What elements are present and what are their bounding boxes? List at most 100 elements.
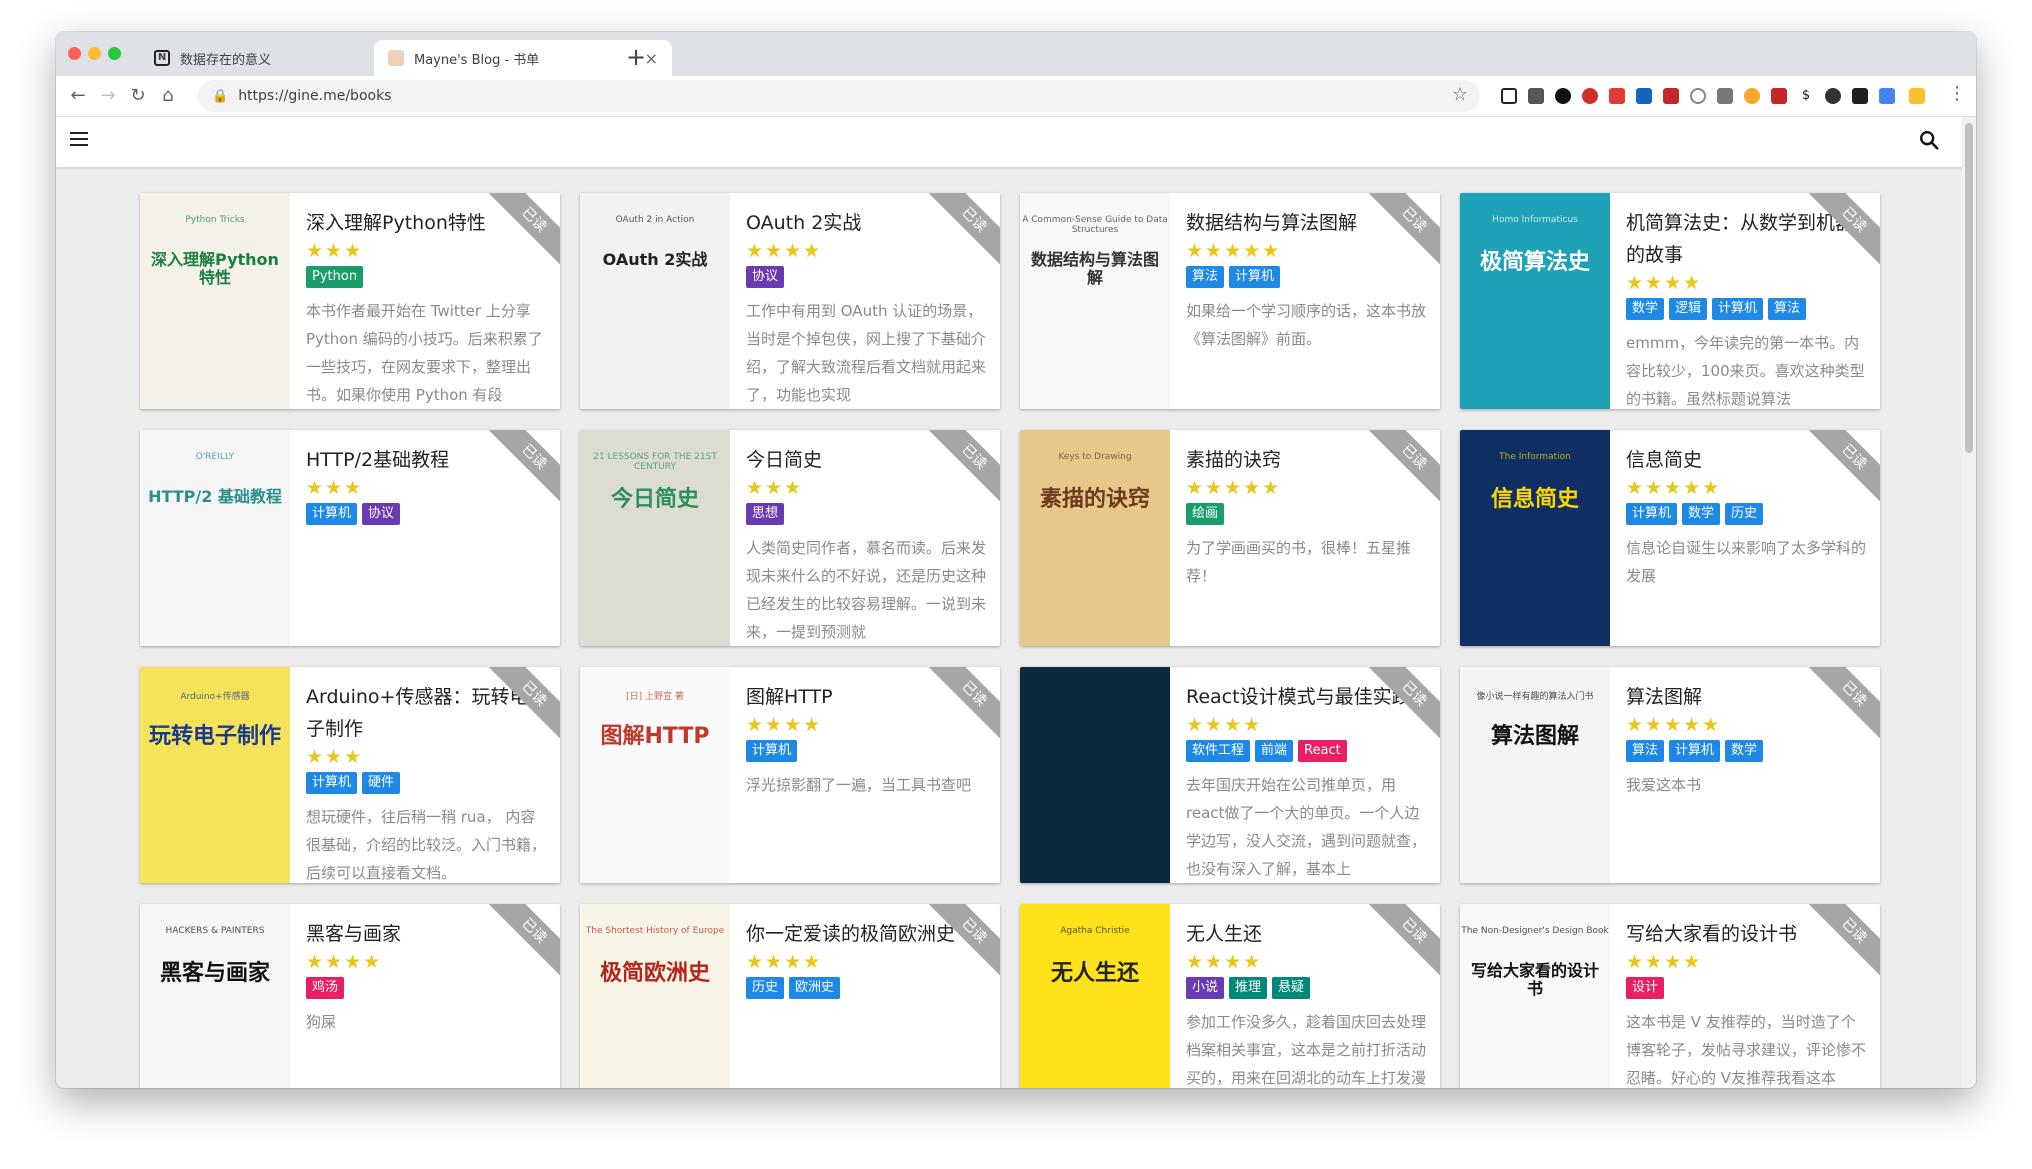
tag-chip[interactable]: 欧洲史 [789, 977, 841, 999]
glasses-extension-icon[interactable] [1825, 88, 1841, 104]
tag-chip[interactable]: 计算机 [1626, 503, 1678, 525]
browser-menu-icon[interactable]: ⋮ [1948, 83, 1966, 104]
flag-extension-icon[interactable] [1771, 88, 1787, 104]
tag-chip[interactable]: 计算机 [1229, 266, 1281, 288]
adblock-extension-icon[interactable] [1582, 88, 1598, 104]
book-cover[interactable]: Python Tricks 深入理解Python特性 [140, 193, 290, 409]
tag-chip[interactable]: 推理 [1229, 977, 1268, 999]
book-card[interactable]: OAuth 2 in Action OAuth 2实战 OAuth 2实战 ★★★★ 协… [580, 193, 1000, 409]
tag-chip[interactable]: 计算机 [1669, 740, 1721, 762]
book-cover[interactable]: 21 LESSONS FOR THE 21ST CENTURY 今日简史 [580, 430, 730, 646]
info-extension-icon[interactable] [1690, 88, 1706, 104]
rating-stars: ★★★★ [746, 951, 823, 973]
scrollbar-thumb[interactable] [1965, 123, 1973, 453]
tag-chip[interactable]: 数学 [1725, 740, 1764, 762]
book-card[interactable]: Keys to Drawing 素描的诀窍 素描的诀窍 ★★★★★ 绘画 为了学画画买的书… [1020, 430, 1440, 646]
tag-chip[interactable]: 设计 [1626, 977, 1665, 999]
eye-extension-icon[interactable] [1663, 88, 1679, 104]
minimize-window-button[interactable] [88, 47, 101, 60]
close-tab-icon[interactable]: × [645, 49, 658, 68]
flow-extension-icon[interactable] [1636, 88, 1652, 104]
shield-extension-icon[interactable] [1528, 88, 1544, 104]
forward-arrow-icon[interactable]: → [94, 82, 122, 110]
book-title[interactable]: 机简算法史：从数学到机器的故事 [1626, 207, 1866, 271]
cover-title: 素描的诀窍 [1039, 487, 1150, 512]
book-card[interactable]: 21 LESSONS FOR THE 21ST CENTURY 今日简史 今日简史 ★… [580, 430, 1000, 646]
book-card[interactable]: React Design Patterns and Best Practices… [1020, 667, 1440, 883]
book-card[interactable]: Arduino+传感器 玩转电子制作 Arduino+传感器：玩转电子制作 ★★★ 计算… [140, 667, 560, 883]
book-cover[interactable]: The Non-Designer's Design Book 写给大家看的设计书 [1460, 904, 1610, 1088]
book-cover[interactable]: Keys to Drawing 素描的诀窍 [1020, 430, 1170, 646]
book-card[interactable]: HACKERS & PAINTERS 黑客与画家 黑客与画家 ★★★★ 鸡汤 狗屎 已读 [140, 904, 560, 1088]
book-cover[interactable]: The Information 信息简史 [1460, 430, 1610, 646]
book-cover[interactable]: OAuth 2 in Action OAuth 2实战 [580, 193, 730, 409]
circle-extension-icon[interactable] [1555, 88, 1571, 104]
tag-chip[interactable]: 协议 [362, 503, 401, 525]
tag-chip[interactable]: 硬件 [362, 772, 401, 794]
close-window-button[interactable] [68, 47, 81, 60]
tag-chip[interactable]: 计算机 [306, 503, 358, 525]
book-cover[interactable]: Homo Informaticus 极简算法史 [1460, 193, 1610, 409]
home-icon[interactable]: ⌂ [154, 82, 182, 110]
tag-chip[interactable]: 前端 [1255, 740, 1294, 762]
book-card[interactable]: O'REILLY HTTP/2 基础教程 HTTP/2基础教程 ★★★ 计算机 协议 已读 [140, 430, 560, 646]
tag-chip[interactable]: 数学 [1682, 503, 1721, 525]
tag-chip[interactable]: 计算机 [1712, 298, 1764, 320]
book-title[interactable]: Arduino+传感器：玩转电子制作 [306, 681, 546, 745]
book-card[interactable]: Agatha Christie 无人生还 无人生还 ★★★★ 小说 推理 悬疑 参加工作没多久… [1020, 904, 1440, 1088]
book-cover[interactable]: 像小说一样有趣的算法入门书 算法图解 [1460, 667, 1610, 883]
book-card[interactable]: The Shortest History of Europe 极简欧洲史 你一定爱读… [580, 904, 1000, 1088]
tag-chip[interactable]: 计算机 [306, 772, 358, 794]
tag-chip[interactable]: 逻辑 [1669, 298, 1708, 320]
search-icon[interactable] [1918, 129, 1940, 151]
book-card[interactable]: Homo Informaticus 极简算法史 机简算法史：从数学到机器的故事 ★★★… [1460, 193, 1880, 409]
new-tab-button[interactable]: + [626, 42, 646, 72]
book-cover[interactable]: Agatha Christie 无人生还 [1020, 904, 1170, 1088]
google-extension-icon[interactable] [1879, 88, 1895, 104]
tag-chip[interactable]: 软件工程 [1186, 740, 1251, 762]
book-card[interactable]: Python Tricks 深入理解Python特性 深入理解Python特性 ★★★… [140, 193, 560, 409]
book-cover[interactable]: The Shortest History of Europe 极简欧洲史 [580, 904, 730, 1088]
tag-chip[interactable]: 小说 [1186, 977, 1225, 999]
tag-chip[interactable]: 算法 [1186, 266, 1225, 288]
book-card[interactable]: The Information 信息简史 信息简史 ★★★★★ 计算机 数学 历史 信息论自诞… [1460, 430, 1880, 646]
back-arrow-icon[interactable]: ← [64, 82, 92, 110]
book-card[interactable]: A Common-Sense Guide to Data Structures 数… [1020, 193, 1440, 409]
maximize-window-button[interactable] [108, 47, 121, 60]
tag-chip[interactable]: 思想 [746, 503, 785, 525]
book-cover[interactable]: O'REILLY HTTP/2 基础教程 [140, 430, 290, 646]
dollar-extension-icon[interactable]: $ [1798, 88, 1814, 104]
tag-chip[interactable]: 鸡汤 [306, 977, 345, 999]
tag-chip[interactable]: 数学 [1626, 298, 1665, 320]
book-cover[interactable]: A Common-Sense Guide to Data Structures 数… [1020, 193, 1170, 409]
tag-chip[interactable]: 算法 [1768, 298, 1807, 320]
address-bar[interactable]: 🔒 https://gine.me/books ☆ [198, 80, 1480, 112]
tag-chip[interactable]: 悬疑 [1272, 977, 1311, 999]
book-cover[interactable]: HACKERS & PAINTERS 黑客与画家 [140, 904, 290, 1088]
book-cover[interactable]: Arduino+传感器 玩转电子制作 [140, 667, 290, 883]
note-extension-icon[interactable] [1609, 88, 1625, 104]
book-card[interactable]: 像小说一样有趣的算法入门书 算法图解 算法图解 ★★★★★ 算法 计算机 数学 我爱这本书 已读 [1460, 667, 1880, 883]
tag-chip[interactable]: 历史 [746, 977, 785, 999]
book-description: 我爱这本书 [1626, 776, 1702, 794]
page-scrollbar[interactable] [1962, 117, 1976, 1088]
tag-chip[interactable]: 绘画 [1186, 503, 1225, 525]
tag-chip[interactable]: 算法 [1626, 740, 1665, 762]
clock-extension-icon[interactable] [1744, 88, 1760, 104]
cloud-extension-icon[interactable] [1717, 88, 1733, 104]
terminal-extension-icon[interactable] [1852, 88, 1868, 104]
hamburger-menu-icon[interactable] [70, 132, 88, 146]
reload-icon[interactable]: ↻ [124, 82, 152, 110]
tag-chip[interactable]: 协议 [746, 266, 785, 288]
book-cover[interactable]: [日] 上野宣 著图解HTTP [580, 667, 730, 883]
tag-chip[interactable]: 计算机 [746, 740, 798, 762]
pencil-extension-icon[interactable] [1909, 88, 1925, 104]
tag-chip[interactable]: 历史 [1725, 503, 1764, 525]
notion-extension-icon[interactable] [1501, 88, 1517, 104]
tag-chip[interactable]: Python [306, 266, 364, 288]
book-cover[interactable]: React Design Patterns and Best Practices… [1020, 667, 1170, 883]
tag-chip[interactable]: React [1298, 740, 1347, 762]
bookmark-star-icon[interactable]: ☆ [1452, 84, 1468, 105]
book-card[interactable]: [日] 上野宣 著图解HTTP 图解HTTP ★★★★ 计算机 浮光掠影翻了一遍，当工具… [580, 667, 1000, 883]
book-card[interactable]: The Non-Designer's Design Book 写给大家看的设计书写… [1460, 904, 1880, 1088]
